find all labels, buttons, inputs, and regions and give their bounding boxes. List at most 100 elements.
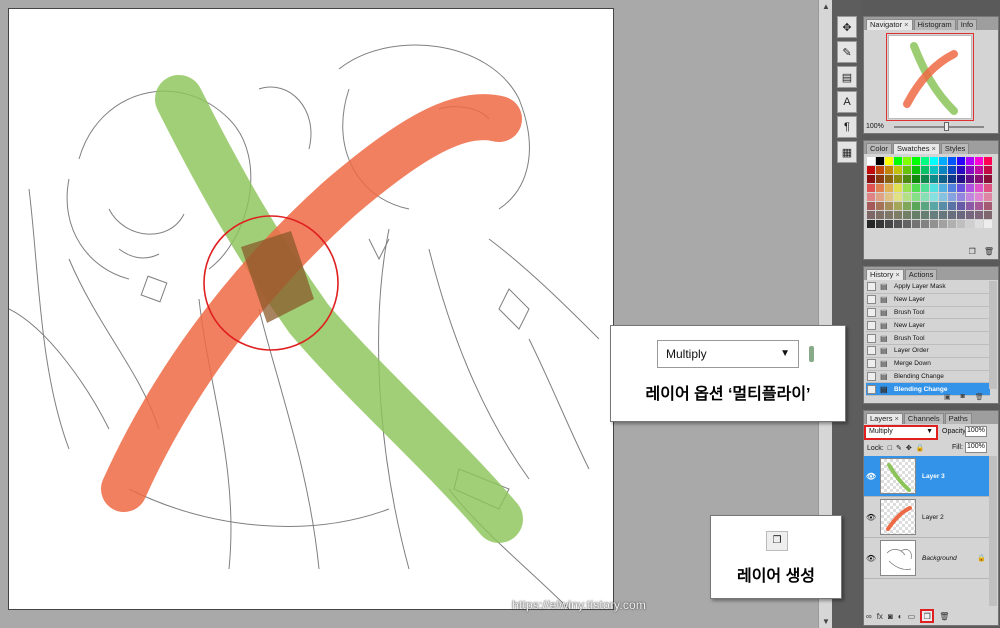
swatch[interactable] [912,193,920,201]
navigator-zoom-slider[interactable] [894,126,984,128]
layer-row-layer-3[interactable]: 👁 Layer 3 [864,456,990,497]
swatch[interactable] [885,211,893,219]
swatch[interactable] [948,166,956,174]
swatch[interactable] [885,202,893,210]
swatch[interactable] [984,175,992,183]
swatch[interactable] [957,175,965,183]
tab-layers[interactable]: Layers × [866,413,903,424]
swatch[interactable] [867,184,875,192]
blend-mode-select[interactable]: Multiply ▼ [864,425,938,440]
swatch[interactable] [912,175,920,183]
swatch[interactable] [984,184,992,192]
notes-icon[interactable]: ▦ [837,141,857,163]
swatch[interactable] [930,193,938,201]
snapshot-icon[interactable]: ◙ [961,393,965,401]
tab-info[interactable]: Info [956,19,978,30]
swatch[interactable] [885,193,893,201]
swatch[interactable] [876,166,884,174]
swatch[interactable] [912,202,920,210]
scroll-up-arrow-icon[interactable]: ▲ [822,2,830,11]
lock-transparency-icon[interactable]: □ [888,445,892,452]
swatch[interactable] [966,220,974,228]
navigator-zoom-slider-handle[interactable] [944,122,949,131]
swatch[interactable] [939,184,947,192]
swatch[interactable] [948,211,956,219]
delete-swatch-icon[interactable]: 🗑 [984,247,994,256]
opacity-input[interactable]: 100% [965,426,987,437]
swatch[interactable] [957,193,965,201]
swatch[interactable] [921,211,929,219]
swatch[interactable] [957,157,965,165]
swatch[interactable] [966,166,974,174]
swatch[interactable] [975,166,983,174]
swatch[interactable] [921,193,929,201]
swatch[interactable] [903,166,911,174]
navigator-zoom-value[interactable]: 100% [866,123,884,130]
swatch[interactable] [876,175,884,183]
swatch[interactable] [867,166,875,174]
swatch[interactable] [975,202,983,210]
swatch[interactable] [939,202,947,210]
swatch[interactable] [894,184,902,192]
swatch[interactable] [894,211,902,219]
swatch[interactable] [912,166,920,174]
swatch[interactable] [930,220,938,228]
scroll-down-arrow-icon[interactable]: ▼ [822,617,830,626]
swatch[interactable] [912,211,920,219]
eye-icon[interactable]: 👁 [864,513,878,522]
swatch[interactable] [867,157,875,165]
swatch[interactable] [885,175,893,183]
swatch[interactable] [885,166,893,174]
swatch[interactable] [939,220,947,228]
swatch[interactable] [930,184,938,192]
swatch[interactable] [930,166,938,174]
history-item[interactable]: ▤ Apply Layer Mask [866,281,990,294]
swatch[interactable] [903,220,911,228]
swatch[interactable] [939,157,947,165]
swatch[interactable] [876,193,884,201]
history-source-checkbox[interactable] [867,384,876,394]
history-source-checkbox[interactable] [867,307,876,317]
swatch[interactable] [948,184,956,192]
swatch[interactable] [885,220,893,228]
swatch[interactable] [930,202,938,210]
tab-actions[interactable]: Actions [904,269,938,280]
swatch[interactable] [975,184,983,192]
swatch[interactable] [984,193,992,201]
swatch[interactable] [912,220,920,228]
swatch[interactable] [921,220,929,228]
swatch[interactable] [975,193,983,201]
swatch[interactable] [894,166,902,174]
new-layer-button[interactable]: ❐ [920,609,935,623]
lock-all-icon[interactable]: 🔒 [916,444,925,452]
tab-paths[interactable]: Paths [944,413,972,424]
swatch-grid[interactable] [867,157,992,228]
swatch[interactable] [939,175,947,183]
swatch[interactable] [867,202,875,210]
swatch[interactable] [975,175,983,183]
fill-input[interactable]: 100% [965,442,987,453]
swatch[interactable] [984,211,992,219]
delete-layer-icon[interactable]: 🗑 [939,612,949,621]
tab-histogram[interactable]: Histogram [913,19,956,30]
layers-scrollbar[interactable] [989,456,997,606]
swatch[interactable] [966,211,974,219]
history-source-checkbox[interactable] [867,371,876,381]
clone-source-icon[interactable]: ▤ [837,66,857,88]
layer-row-background[interactable]: 👁 Background 🔒 [864,538,990,579]
layer-row-layer-2[interactable]: 👁 Layer 2 [864,497,990,538]
history-source-checkbox[interactable] [867,346,876,356]
swatch[interactable] [975,220,983,228]
new-group-icon[interactable]: ▭ [908,612,916,621]
swatch[interactable] [876,202,884,210]
history-item[interactable]: ▤ New Layer [866,294,990,307]
swatch[interactable] [948,193,956,201]
swatch[interactable] [957,211,965,219]
history-source-checkbox[interactable] [867,295,876,305]
history-item[interactable]: ▤ Brush Tool [866,332,990,345]
swatch[interactable] [894,193,902,201]
swatch[interactable] [957,202,965,210]
swatch[interactable] [921,184,929,192]
history-source-checkbox[interactable] [867,359,876,369]
swatch[interactable] [867,193,875,201]
